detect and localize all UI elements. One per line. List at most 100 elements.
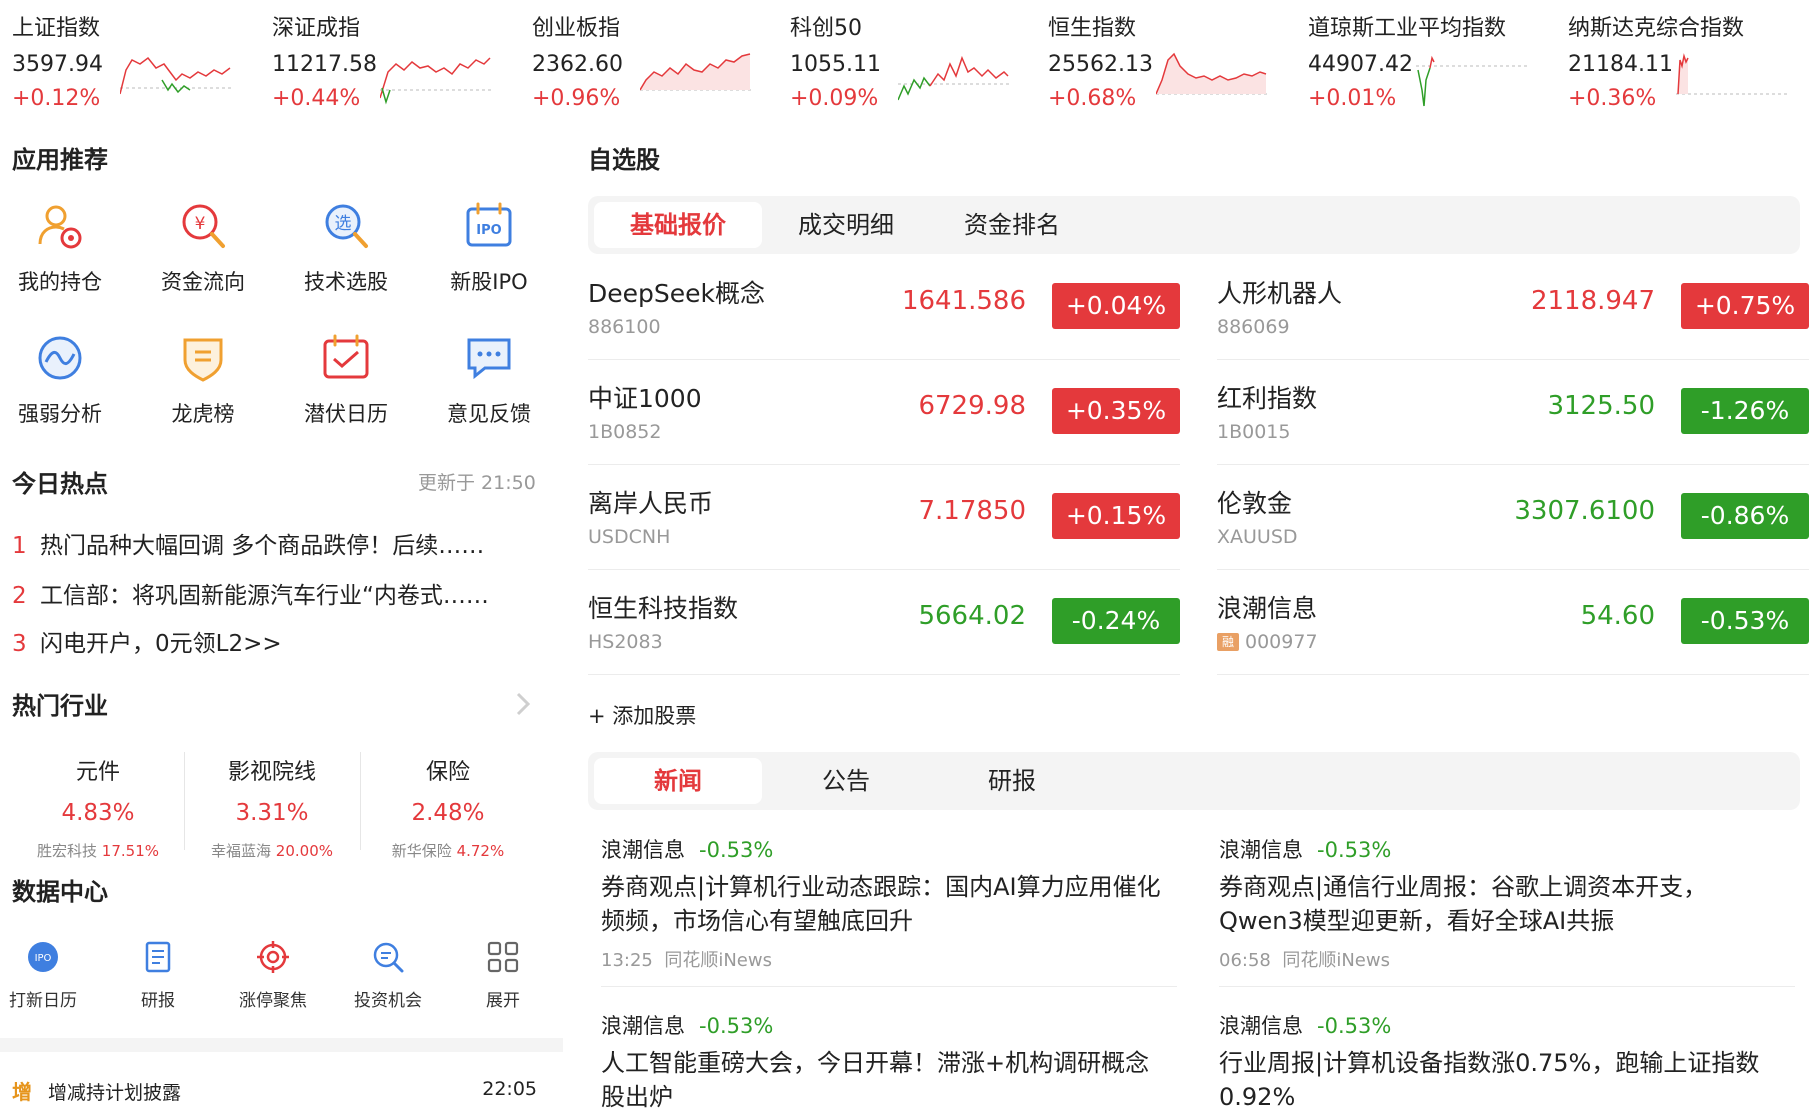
news-item[interactable]: 浪潮信息 -0.53% 人工智能重磅大会，今日开幕！滞涨+机构调研概念股出炉	[601, 1010, 1171, 1110]
watchlist-tabbar: 基础报价 成交明细 资金排名	[588, 196, 1800, 254]
stock-row[interactable]: 伦敦金 XAUUSD 3307.6100 -0.86%	[1217, 466, 1809, 570]
money-flow-icon: ¥	[182, 204, 225, 248]
hot-item[interactable]: 1 热门品种大幅回调 多个商品跌停！后续……	[12, 526, 542, 560]
news-stock: 浪潮信息 -0.53%	[601, 1014, 774, 1038]
industry-pct: 3.31%	[235, 800, 309, 826]
stock-name: 离岸人民币	[588, 489, 714, 518]
app-latent-calendar[interactable]: 潜伏日历	[286, 326, 406, 446]
watchlist-title: 自选股	[588, 146, 660, 174]
stock-name: 红利指数	[1217, 384, 1318, 413]
news-stock: 浪潮信息 -0.53%	[1219, 1014, 1392, 1038]
data-center-section-title: 数据中心	[12, 878, 108, 906]
ipo-calendar-icon: IPO	[466, 202, 512, 247]
index-value: 44907.42	[1308, 52, 1413, 77]
stock-name: DeepSeek概念	[588, 279, 765, 308]
dc-label: 涨停聚焦	[239, 991, 307, 1011]
notice-tag: 增	[12, 1080, 32, 1104]
app-label: 技术选股	[304, 270, 388, 294]
stock-code: 886069	[1217, 316, 1290, 338]
stock-change-badge: -1.26%	[1681, 388, 1809, 434]
news-meta: 06:58 同花顺iNews	[1219, 950, 1390, 971]
stock-row[interactable]: 离岸人民币 USDCNH 7.17850 +0.15%	[588, 466, 1180, 570]
notice-row[interactable]: 增 增减持计划披露 22:05	[12, 1074, 537, 1106]
stock-price: 3307.6100	[1514, 496, 1655, 526]
tab-news[interactable]: 新闻	[594, 758, 762, 804]
app-feedback[interactable]: 意见反馈	[429, 326, 549, 446]
index-name: 恒生指数	[1048, 16, 1137, 41]
app-new-ipo[interactable]: IPO 新股IPO	[429, 194, 549, 314]
ipo-badge-text: IPO	[35, 953, 52, 964]
stock-row[interactable]: 红利指数 1B0015 3125.50 -1.26%	[1217, 361, 1809, 465]
target-icon	[257, 941, 289, 973]
dc-label: 展开	[486, 991, 520, 1011]
stock-row[interactable]: DeepSeek概念 886100 1641.586 +0.04%	[588, 256, 1180, 360]
report-icon	[145, 941, 171, 973]
index-card-hsi[interactable]: 恒生指数 25562.13 +0.68%	[1036, 6, 1276, 114]
index-card-szse[interactable]: 深证成指 11217.58 +0.44%	[260, 6, 500, 114]
stock-change-badge: -0.24%	[1052, 598, 1180, 644]
dc-ipo-calendar[interactable]: IPO 打新日历	[0, 940, 93, 1011]
index-value: 2362.60	[532, 52, 623, 77]
tab-basic-quote[interactable]: 基础报价	[594, 202, 762, 248]
stock-change-badge: +0.75%	[1681, 283, 1809, 329]
industry-card[interactable]: 影视院线 3.31% 幸福蓝海 20.00%	[184, 748, 360, 860]
app-dragon-tiger[interactable]: 龙虎榜	[143, 326, 263, 446]
index-card-star50[interactable]: 科创50 1055.11 +0.09%	[778, 6, 1018, 114]
app-label: 龙虎榜	[171, 402, 235, 426]
margin-trading-tag: 融	[1217, 633, 1239, 651]
dc-expand[interactable]: 展开	[453, 940, 553, 1011]
stock-name: 中证1000	[588, 384, 702, 413]
index-name: 科创50	[790, 16, 862, 41]
index-sparkline	[1416, 55, 1528, 107]
app-my-holdings[interactable]: 我的持仓	[0, 194, 120, 314]
app-money-flow[interactable]: ¥ 资金流向	[143, 194, 263, 314]
tab-research-reports[interactable]: 研报	[928, 758, 1096, 804]
tab-fund-ranking[interactable]: 资金排名	[928, 202, 1096, 248]
stock-row[interactable]: 中证1000 1B0852 6729.98 +0.35%	[588, 361, 1180, 465]
news-meta: 13:25 同花顺iNews	[601, 950, 772, 971]
index-change: +0.12%	[12, 86, 101, 111]
notice-time: 22:05	[482, 1078, 537, 1100]
index-sparkline	[898, 55, 1010, 101]
index-value: 21184.11	[1568, 52, 1673, 77]
stock-row[interactable]: 恒生科技指数 HS2083 5664.02 -0.24%	[588, 571, 1180, 675]
feedback-icon	[467, 338, 511, 380]
portfolio-icon	[38, 205, 82, 249]
index-name: 深证成指	[272, 16, 361, 41]
industry-card[interactable]: 元件 4.83% 胜宏科技 17.51%	[10, 748, 186, 860]
hot-item[interactable]: 2 工信部：将巩固新能源汽车行业“内卷式……	[12, 576, 542, 610]
news-title: 人工智能重磅大会，今日开幕！滞涨+机构调研概念股出炉	[601, 1049, 1150, 1110]
news-item[interactable]: 浪潮信息 -0.53% 行业周报|计算机设备指数涨0.75%，跑输上证指数0.92…	[1219, 1010, 1789, 1110]
tab-trade-detail[interactable]: 成交明细	[762, 202, 930, 248]
news-item[interactable]: 浪潮信息 -0.53% 券商观点|计算机行业动态跟踪：国内AI算力应用催化频频，市…	[601, 834, 1171, 972]
dc-limit-up[interactable]: 涨停聚焦	[223, 940, 323, 1011]
industry-card[interactable]: 保险 2.48% 新华保险 4.72%	[360, 748, 536, 860]
index-change: +0.68%	[1048, 86, 1137, 111]
hot-section-title: 今日热点	[12, 470, 108, 498]
dc-opportunity[interactable]: 投资机会	[338, 940, 438, 1011]
add-stock-button[interactable]: + 添加股票	[588, 700, 696, 730]
index-card-nasdaq[interactable]: 纳斯达克综合指数 21184.11 +0.36%	[1556, 6, 1796, 114]
hot-item[interactable]: 3 闪电开户，0元领L2>>	[12, 624, 542, 658]
index-card-sse[interactable]: 上证指数 3597.94 +0.12%	[0, 6, 240, 114]
stock-price: 7.17850	[918, 496, 1026, 526]
dc-research[interactable]: 研报	[108, 940, 208, 1011]
hot-item-rank: 2	[12, 583, 27, 609]
index-sparkline	[1156, 52, 1268, 95]
index-card-dji[interactable]: 道琼斯工业平均指数 44907.42 +0.01%	[1296, 6, 1536, 114]
index-name: 道琼斯工业平均指数	[1308, 16, 1507, 41]
apps-section-title: 应用推荐	[12, 146, 108, 174]
tab-announcements[interactable]: 公告	[762, 758, 930, 804]
chevron-right-icon[interactable]	[514, 690, 532, 718]
stock-row[interactable]: 浪潮信息 融 000977 54.60 -0.53%	[1217, 571, 1809, 675]
app-tech-stock-picker[interactable]: 选 技术选股	[286, 194, 406, 314]
stock-row[interactable]: 人形机器人 886069 2118.947 +0.75%	[1217, 256, 1809, 360]
news-tabbar: 新闻 公告 研报	[588, 752, 1800, 810]
index-name: 纳斯达克综合指数	[1568, 16, 1745, 41]
index-card-chinext[interactable]: 创业板指 2362.60 +0.96%	[520, 6, 760, 114]
app-strength-analysis[interactable]: 强弱分析	[0, 326, 120, 446]
divider	[601, 986, 1177, 987]
index-sparkline	[640, 53, 752, 91]
news-item[interactable]: 浪潮信息 -0.53% 券商观点|通信行业周报：谷歌上调资本开支，Qwen3模型迎…	[1219, 834, 1789, 972]
index-change: +0.36%	[1568, 86, 1657, 111]
